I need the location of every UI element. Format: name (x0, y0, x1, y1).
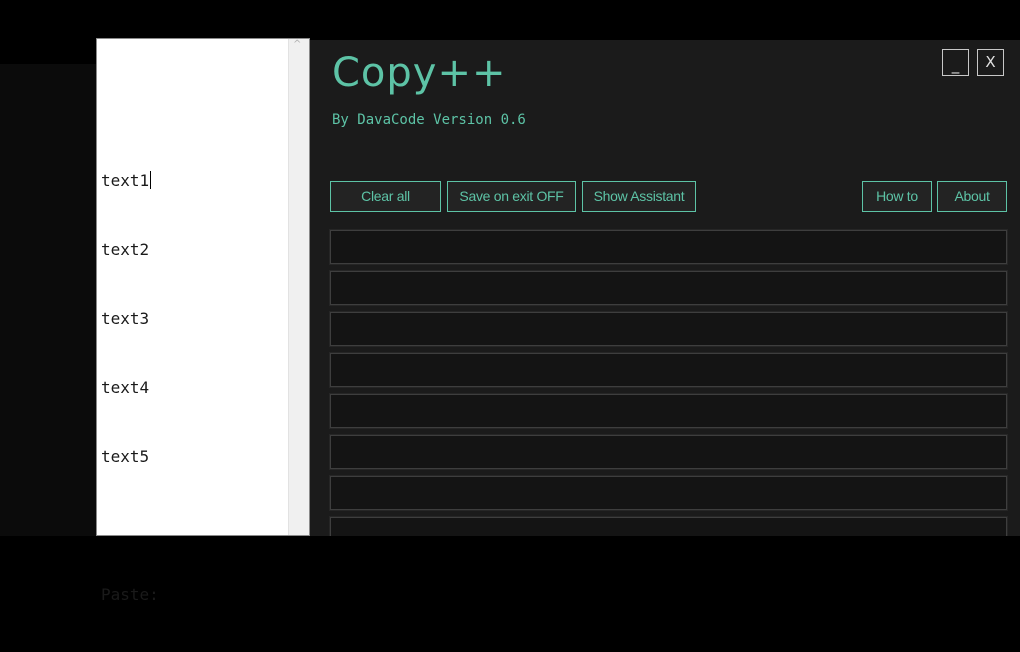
app-subtitle: By DavaCode Version 0.6 (332, 112, 526, 128)
show-assistant-button[interactable]: Show Assistant (582, 181, 696, 212)
copy-plus-plus-window: Copy++ By DavaCode Version 0.6 _ X Clear… (310, 40, 1020, 536)
text-caret (150, 171, 152, 189)
clipboard-slot[interactable] (329, 516, 1008, 536)
about-button[interactable]: About (937, 181, 1007, 212)
app-title: Copy++ (332, 50, 507, 96)
scroll-up-arrow-icon[interactable]: ^ (293, 39, 301, 50)
clipboard-slot[interactable] (329, 434, 1008, 470)
editor-line: text5 (101, 447, 150, 466)
clipboard-slot[interactable] (329, 352, 1008, 388)
desktop-background-strip (0, 64, 96, 536)
clear-all-button[interactable]: Clear all (330, 181, 441, 212)
clipboard-slot[interactable] (329, 475, 1008, 511)
clipboard-slot[interactable] (329, 270, 1008, 306)
close-button[interactable]: X (977, 49, 1004, 76)
clipboard-slot[interactable] (329, 311, 1008, 347)
how-to-button[interactable]: How to (862, 181, 932, 212)
editor-line: Paste: (101, 585, 159, 604)
editor-line: text3 (101, 309, 150, 328)
editor-content[interactable]: text1 text2 text3 text4 text5 Paste: (101, 123, 159, 652)
minimize-button[interactable]: _ (942, 49, 969, 76)
editor-line: text2 (101, 240, 150, 259)
text-editor[interactable]: text1 text2 text3 text4 text5 Paste: ^ (96, 38, 329, 604)
clipboard-slot[interactable] (329, 229, 1008, 265)
editor-scrollbar[interactable]: ^ (288, 39, 309, 535)
clipboard-slot[interactable] (329, 393, 1008, 429)
save-on-exit-toggle-button[interactable]: Save on exit OFF (447, 181, 576, 212)
editor-line: text1 (101, 171, 152, 190)
editor-line: text4 (101, 378, 150, 397)
